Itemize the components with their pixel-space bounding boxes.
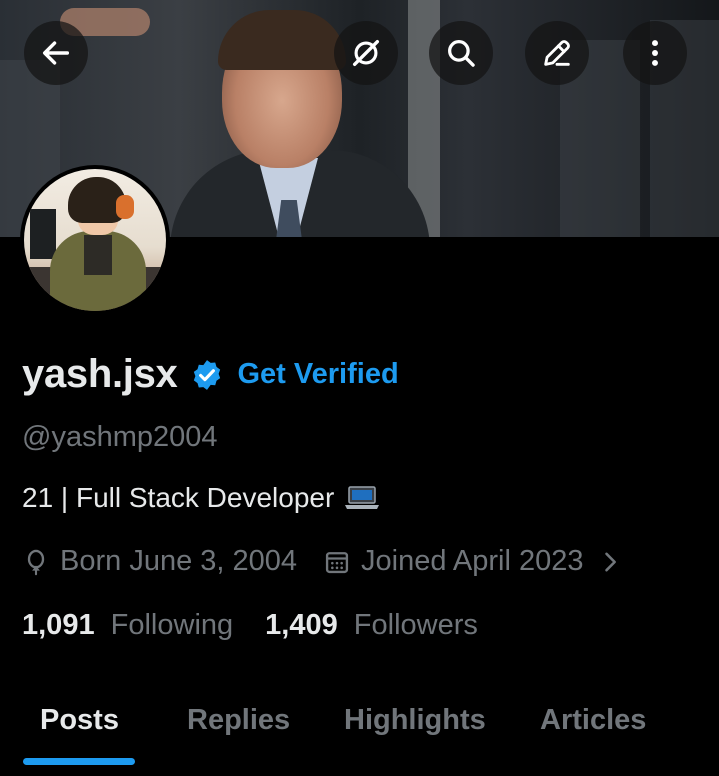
edit-icon [544, 40, 570, 66]
more-icon [652, 40, 658, 66]
tab-articles[interactable]: Articles [540, 704, 646, 737]
avatar-monitor [30, 209, 56, 259]
active-tab-indicator [23, 758, 135, 765]
profile-avatar[interactable] [20, 165, 170, 315]
followers-count: 1,409 [265, 609, 338, 641]
join-date: Joined April 2023 [361, 545, 584, 577]
avatar-headphones [116, 195, 134, 219]
tab-highlights[interactable]: Highlights [344, 704, 486, 737]
birth-date: Born June 3, 2004 [60, 545, 298, 577]
following-link[interactable]: 1,091 Following [22, 609, 233, 642]
chevron-right-icon[interactable] [596, 548, 624, 576]
profile-meta: Born June 3, 2004 Joined April 2023 [22, 545, 624, 578]
tab-replies[interactable]: Replies [187, 704, 290, 737]
following-label: Following [110, 609, 234, 641]
laptop-icon [344, 485, 380, 511]
search-icon [448, 40, 475, 67]
banner-hair [218, 10, 346, 70]
tab-posts[interactable]: Posts [40, 704, 119, 737]
grok-button[interactable] [334, 21, 398, 85]
profile-tabs: Posts Replies Highlights Articles [0, 690, 719, 776]
back-arrow-icon [42, 41, 70, 65]
follow-stats: 1,091 Following 1,409 Followers [22, 609, 478, 642]
followers-label: Followers [353, 609, 478, 641]
bio-text: 21 | Full Stack Developer [22, 482, 335, 513]
calendar-icon [325, 551, 349, 573]
edit-profile-button[interactable] [525, 21, 589, 85]
avatar-image [24, 169, 166, 311]
grok-icon [352, 39, 380, 67]
display-name: yash.jsx [22, 352, 178, 396]
followers-link[interactable]: 1,409 Followers [265, 609, 478, 642]
birthday-balloon-icon [27, 549, 45, 575]
back-button[interactable] [24, 21, 88, 85]
bio: 21 | Full Stack Developer [22, 482, 380, 514]
avatar-shirt [84, 235, 112, 275]
more-options-button[interactable] [623, 21, 687, 85]
name-row: yash.jsx Get Verified [22, 352, 399, 397]
following-count: 1,091 [22, 609, 95, 641]
search-button[interactable] [429, 21, 493, 85]
user-handle: @yashmp2004 [22, 421, 218, 453]
get-verified-link[interactable]: Get Verified [238, 358, 399, 391]
verified-badge-icon[interactable] [190, 358, 224, 392]
